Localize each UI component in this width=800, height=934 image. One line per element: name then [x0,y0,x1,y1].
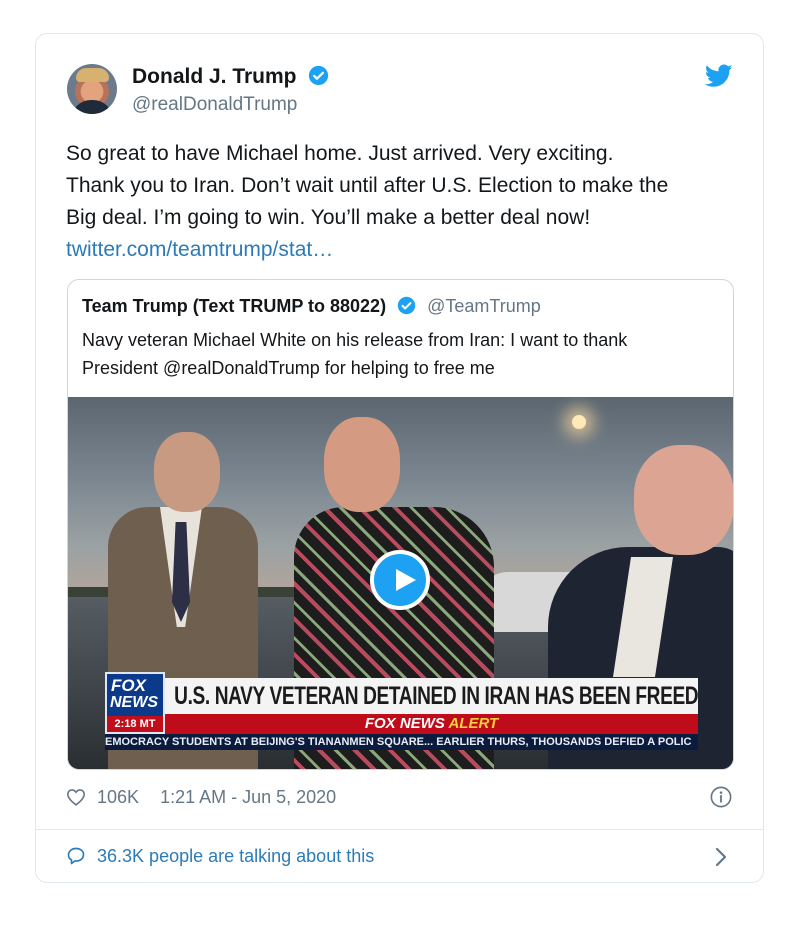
fox-news-logo: FOX NEWS 2:18 MT [105,672,165,734]
avatar-hair [76,68,109,82]
play-button-icon[interactable] [370,550,430,610]
conversation-text[interactable]: 36.3K people are talking about this [97,846,374,866]
tweet-text-line: So great to have Michael home. Just arri… [66,142,614,165]
tweet-timestamp[interactable]: 1:21 AM - Jun 5, 2020 [160,787,336,807]
author-name-row[interactable]: Donald J. Trump [132,65,329,89]
video-light [572,415,586,429]
quoted-author-row: Team Trump (Text TRUMP to 88022) @TeamTr… [82,296,541,317]
avatar[interactable] [67,64,117,114]
fox-logo-line1: FOX [111,676,146,695]
chevron-right-icon[interactable] [715,847,727,867]
news-alert-bar: FOX NEWS ALERT [165,714,698,734]
tweet-card: Donald J. Trump @realDonaldTrump So grea… [35,33,764,883]
tweet-meta: 106K 1:21 AM - Jun 5, 2020 [66,787,336,808]
verified-badge-icon [397,296,416,315]
avatar-suit [71,100,113,114]
twitter-bird-icon[interactable] [705,64,733,88]
quoted-tweet[interactable]: Team Trump (Text TRUMP to 88022) @TeamTr… [67,279,734,770]
like-count[interactable]: 106K [97,787,139,807]
tweet-text-line: Big deal. I’m going to win. You’ll make … [66,206,591,229]
alert-prefix: FOX NEWS [364,715,445,732]
author-handle[interactable]: @realDonaldTrump [132,94,297,116]
quoted-text-line: Navy veteran Michael White on his releas… [82,330,628,350]
author-name[interactable]: Donald J. Trump [132,65,297,88]
video-person-center-head [324,417,400,512]
divider [36,829,763,830]
tweet-text-line: Thank you to Iran. Don’t wait until afte… [66,174,669,197]
reply-bubble-icon [67,847,85,865]
fox-logo-time: 2:18 MT [107,716,163,732]
tweet-link[interactable]: twitter.com/teamtrump/stat… [66,234,746,266]
quoted-author-handle: @TeamTrump [427,296,541,316]
video-person-left-head [154,432,220,512]
quoted-text-line: President @realDonaldTrump for helping t… [82,358,495,378]
heart-icon[interactable] [66,788,86,806]
video-person-right-head [634,445,733,555]
info-icon[interactable] [710,786,732,808]
tweet-text: So great to have Michael home. Just arri… [66,138,746,266]
news-ticker: EMOCRACY STUDENTS AT BEIJING'S TIANANMEN… [105,734,698,750]
quoted-text: Navy veteran Michael White on his releas… [82,326,722,382]
conversation-link[interactable]: 36.3K people are talking about this [66,846,374,867]
fox-logo-line2: NEWS [110,694,158,711]
alert-word: ALERT [448,715,499,732]
quoted-author-name: Team Trump (Text TRUMP to 88022) [82,296,387,316]
verified-badge-icon [309,65,329,86]
video-thumbnail[interactable]: FOX NEWS 2:18 MT U.S. NAVY VETERAN DETAI… [68,397,733,769]
news-headline: U.S. NAVY VETERAN DETAINED IN IRAN HAS B… [165,678,699,714]
